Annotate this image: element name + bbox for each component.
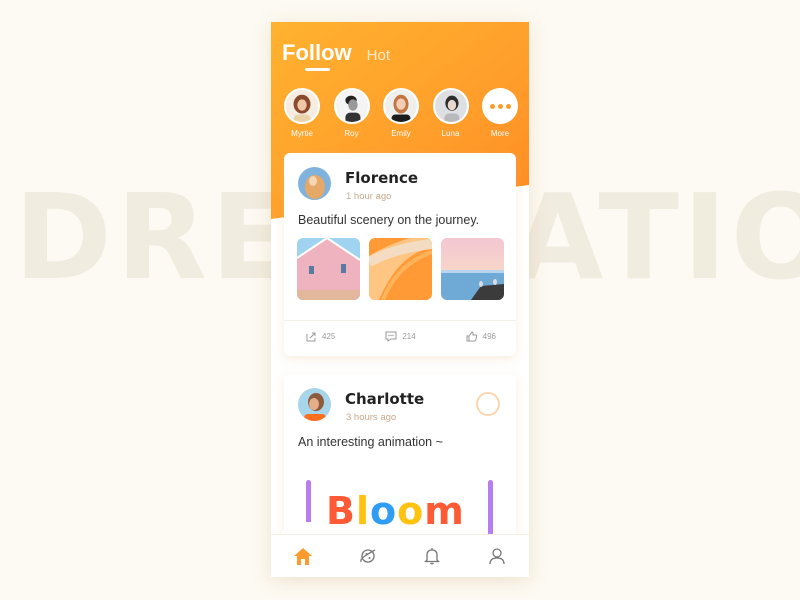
story-more[interactable]: More (481, 88, 519, 138)
divider (284, 320, 516, 321)
animation-word: Bloom (326, 492, 465, 530)
thumbs-up-icon (466, 331, 477, 342)
nav-discover[interactable] (348, 541, 388, 571)
phone-screen: Follow Hot Myrtie Roy Emily Luna More Fl… (271, 22, 529, 577)
post-images (297, 238, 504, 300)
post-time: 3 hours ago (346, 412, 397, 423)
more-dots-icon (482, 88, 518, 124)
author-name[interactable]: Charlotte (345, 390, 424, 408)
post-time: 1 hour ago (346, 191, 392, 202)
author-avatar[interactable] (298, 388, 331, 421)
tab-follow[interactable]: Follow (282, 40, 352, 66)
nav-notifications[interactable] (412, 541, 452, 571)
share-button[interactable]: 425 (306, 331, 335, 342)
post-image-orange-staircase[interactable] (369, 238, 432, 300)
story-name: More (490, 129, 510, 138)
author-avatar[interactable] (298, 167, 331, 200)
avatar (333, 88, 370, 124)
like-button[interactable]: 496 (466, 331, 496, 342)
post-text: An interesting animation ~ (298, 435, 443, 449)
like-count: 496 (482, 332, 496, 341)
share-count: 425 (322, 332, 336, 341)
animation-letter: B (326, 489, 356, 533)
home-icon (294, 547, 313, 565)
tab-hot[interactable]: Hot (367, 47, 390, 64)
avatar (383, 88, 419, 124)
post-actions: 425 214 496 (306, 331, 496, 342)
feed-tabs: Follow Hot (282, 40, 390, 66)
nav-profile[interactable] (477, 541, 517, 571)
story-luna[interactable]: Luna (432, 88, 470, 138)
animation-preview[interactable]: Bloom (306, 480, 496, 540)
avatar (284, 88, 320, 124)
author-name[interactable]: Florence (345, 169, 418, 187)
post-image-sea[interactable] (441, 238, 504, 300)
user-icon (489, 548, 505, 565)
share-icon (306, 332, 316, 342)
animation-bar-right (488, 480, 493, 538)
story-list: Myrtie Roy Emily Luna More (283, 88, 519, 138)
story-name: Emily (391, 129, 411, 138)
story-roy[interactable]: Roy (333, 88, 371, 138)
planet-icon (359, 549, 376, 563)
story-name: Luna (441, 129, 460, 138)
nav-home[interactable] (283, 541, 323, 571)
story-name: Myrtie (291, 129, 313, 138)
animation-letter: m (424, 489, 465, 533)
loading-ring-icon (476, 392, 500, 416)
bottom-navigation (271, 534, 529, 577)
avatar (432, 88, 469, 124)
animation-letter: l (355, 489, 370, 533)
bell-icon (424, 548, 441, 565)
story-myrtie[interactable]: Myrtie (283, 88, 321, 138)
animation-letter: o (370, 489, 398, 533)
post-image-pink-building[interactable] (297, 238, 360, 300)
animation-letter: o (397, 489, 425, 533)
story-name: Roy (344, 129, 359, 138)
active-tab-indicator (305, 68, 330, 71)
comment-count: 214 (402, 332, 416, 341)
comment-button[interactable]: 214 (385, 331, 416, 342)
post-text: Beautiful scenery on the journey. (298, 213, 480, 227)
comment-icon (385, 331, 397, 342)
post-card[interactable]: Florence 1 hour ago Beautiful scenery on… (284, 153, 516, 356)
story-emily[interactable]: Emily (382, 88, 420, 138)
